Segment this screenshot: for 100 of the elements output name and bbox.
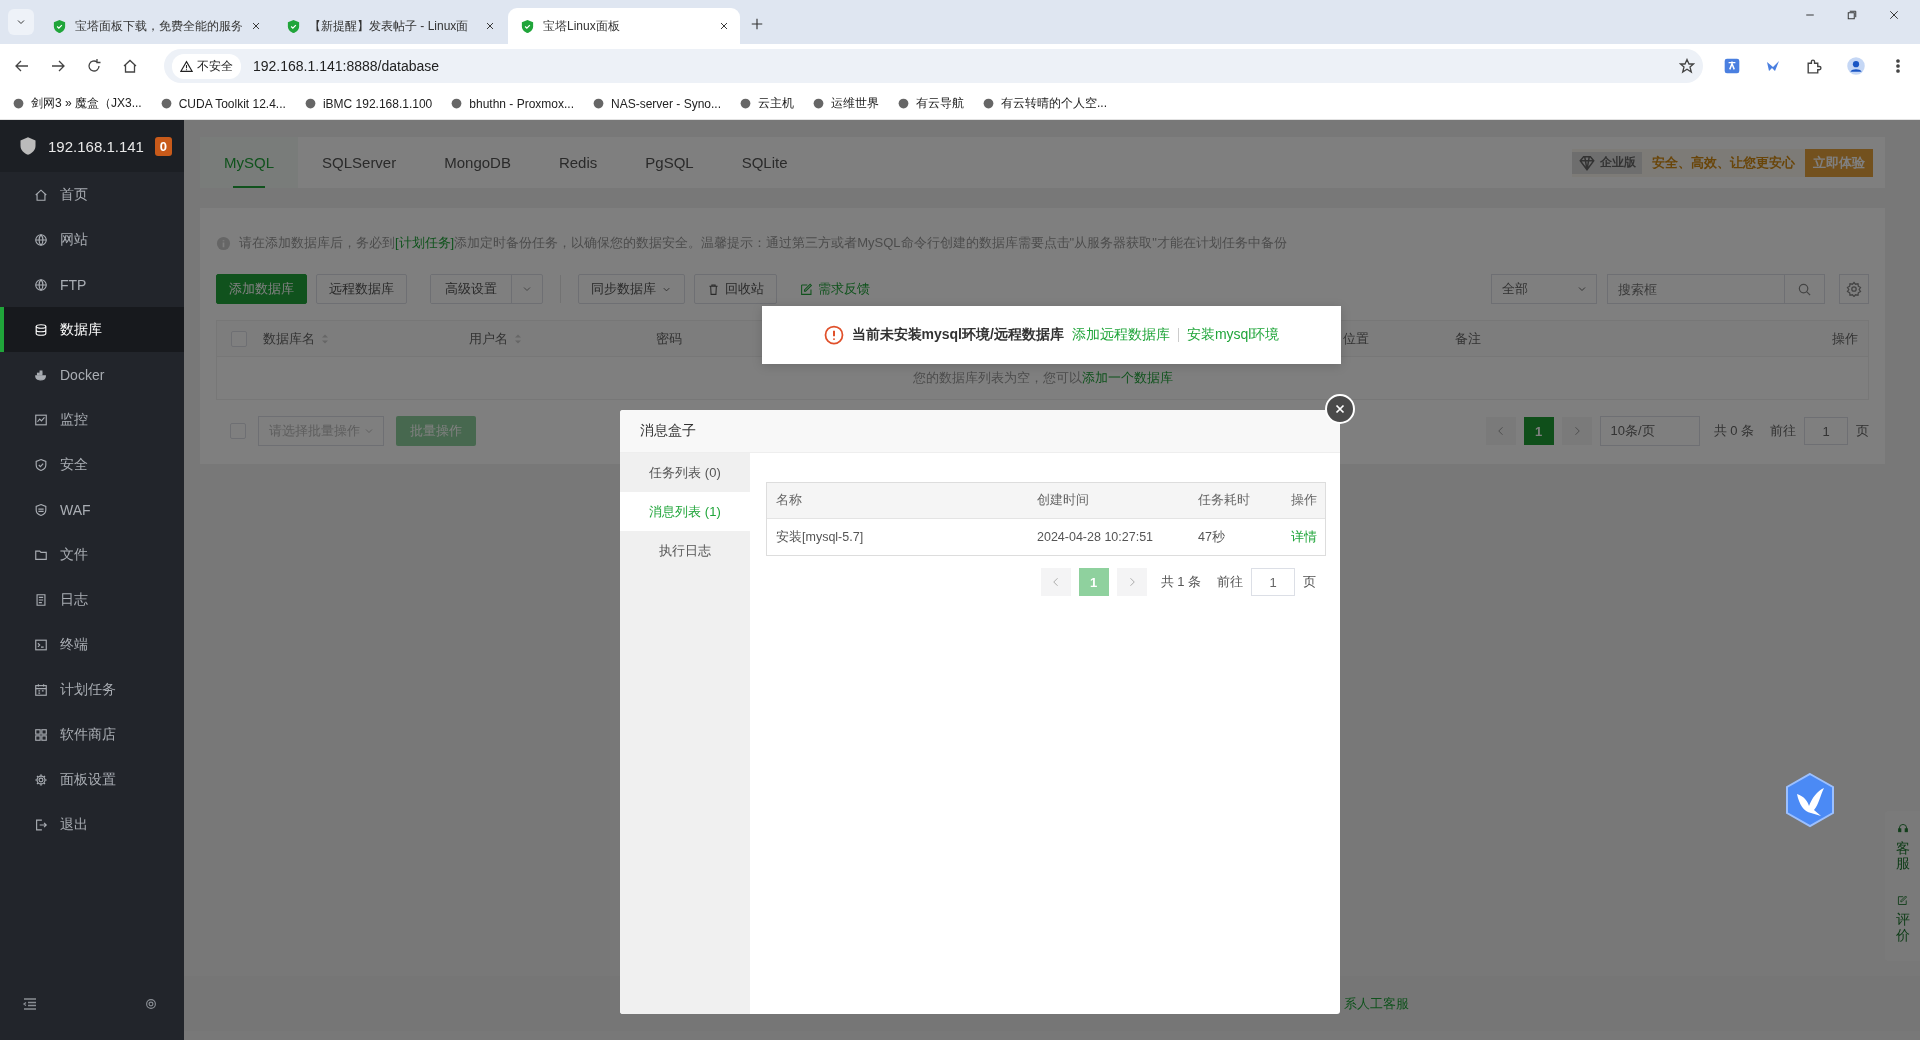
- sidebar-item[interactable]: 文件: [0, 532, 184, 577]
- shield-icon: [286, 18, 301, 34]
- page-size-select[interactable]: 10条/页: [1599, 416, 1700, 446]
- previous-page-button[interactable]: [1040, 568, 1071, 596]
- total-count: 共 0 条: [1713, 422, 1754, 440]
- browser-tab[interactable]: 宝塔面板下载，免费全能的服务: [40, 8, 272, 44]
- close-icon: [718, 20, 730, 32]
- notification-badge[interactable]: 0: [154, 136, 172, 156]
- close-icon: [1333, 402, 1347, 416]
- bookmark[interactable]: 剑网3 » 魔盒（JX3...: [12, 95, 142, 112]
- alert-link[interactable]: 安装mysql环境: [1186, 326, 1280, 344]
- next-page-button[interactable]: [1116, 568, 1147, 596]
- sidebar-item[interactable]: 退出: [0, 802, 184, 847]
- close-icon: [484, 20, 496, 32]
- plus-icon: [750, 17, 764, 31]
- table-cell: 安装[mysql-5.7]: [776, 529, 864, 544]
- sidebar-item[interactable]: 面板设置: [0, 757, 184, 802]
- column-header: 位置: [1343, 329, 1369, 348]
- filter-select[interactable]: 全部: [1491, 274, 1597, 304]
- sidebar-item[interactable]: 计划任务: [0, 667, 184, 712]
- database-tab[interactable]: MongoDB: [420, 137, 535, 188]
- trash-icon: [707, 282, 720, 296]
- page-input[interactable]: 1: [1804, 417, 1848, 445]
- page-unit: 页: [1303, 573, 1316, 591]
- settings-button[interactable]: [1839, 274, 1869, 304]
- dialog-nav-item[interactable]: 执行日志: [620, 531, 750, 570]
- recycle-bin-button[interactable]: 回收站: [694, 274, 777, 304]
- sort-header[interactable]: 数据库名: [263, 329, 331, 348]
- promo-slogan: 安全、高效、让您更安心: [1652, 153, 1795, 172]
- sync-database-button[interactable]: 同步数据库: [578, 274, 685, 304]
- folder-icon: [34, 547, 48, 562]
- info-icon: [216, 235, 231, 251]
- column-header: 操作: [1291, 493, 1317, 507]
- column-header: 名称: [776, 493, 802, 507]
- database-tab[interactable]: Redis: [534, 137, 622, 188]
- search-field[interactable]: 搜索框: [1607, 274, 1785, 304]
- search-button[interactable]: [1785, 274, 1825, 304]
- alert-link[interactable]: 添加远程数据库: [1071, 326, 1170, 344]
- bookmark[interactable]: 有云转晴的个人空...: [982, 95, 1108, 112]
- sidebar-item[interactable]: Docker: [0, 352, 184, 397]
- close-icon: [1888, 9, 1900, 21]
- database-tab[interactable]: SQLServer: [298, 137, 421, 188]
- sort-header[interactable]: 用户名: [469, 329, 524, 348]
- sidebar-item[interactable]: 网站: [0, 217, 184, 262]
- previous-page-button[interactable]: [1485, 417, 1516, 445]
- bookmark[interactable]: 有云导航: [897, 95, 965, 112]
- edit-icon: [1895, 895, 1910, 907]
- bookmark[interactable]: CUDA Toolkit 12.4...: [159, 96, 286, 111]
- grid-icon: [34, 727, 48, 742]
- goto-label: 前往: [1770, 422, 1796, 440]
- sidebar-item[interactable]: 日志: [0, 577, 184, 622]
- alert-message: 当前未安装mysql环境/远程数据库: [851, 326, 1064, 344]
- sidebar-item[interactable]: WAF: [0, 487, 184, 532]
- sidebar-item[interactable]: FTP: [0, 262, 184, 307]
- warning-icon: [180, 59, 193, 73]
- puzzle-icon: [1805, 57, 1822, 75]
- error-icon: [823, 325, 844, 345]
- browser-tab[interactable]: 【新提醒】发表帖子 - Linux面: [274, 8, 506, 44]
- dialog-nav-item[interactable]: 任务列表 (0): [620, 453, 750, 492]
- sidebar-item[interactable]: 安全: [0, 442, 184, 487]
- bird-icon[interactable]: [1784, 772, 1836, 828]
- security-label: 不安全: [197, 57, 233, 75]
- bookmark[interactable]: iBMC 192.168.1.100: [303, 96, 433, 111]
- sidebar-item[interactable]: 软件商店: [0, 712, 184, 757]
- home-icon: [34, 187, 48, 202]
- restore-icon: [1846, 9, 1858, 21]
- bookmark[interactable]: 云主机: [739, 95, 795, 112]
- bookmark[interactable]: bhuthn - Proxmox...: [450, 96, 574, 111]
- diamond-icon: [1578, 153, 1596, 172]
- shield-icon: [34, 502, 48, 517]
- bookmark[interactable]: NAS-server - Syno...: [592, 96, 722, 111]
- total-count: 共 1 条: [1160, 573, 1201, 591]
- column-header: 任务耗时: [1198, 493, 1250, 507]
- details-link[interactable]: 详情: [1291, 529, 1317, 544]
- sidebar-item[interactable]: 终端: [0, 622, 184, 667]
- column-header: 备注: [1455, 329, 1481, 348]
- advanced-settings-button[interactable]: 高级设置: [431, 275, 512, 303]
- table-cell: 47秒: [1198, 529, 1225, 544]
- dialog-nav-item[interactable]: 消息列表 (1): [620, 492, 750, 531]
- host-address: 192.168.1.141: [48, 137, 145, 155]
- security-chip[interactable]: 不安全: [172, 53, 241, 79]
- browser-tab[interactable]: 宝塔Linux面板: [508, 8, 740, 44]
- remote-database-button[interactable]: 远程数据库: [316, 274, 407, 304]
- globe-icon: [34, 277, 48, 292]
- search-icon: [1797, 281, 1812, 297]
- sidebar-item[interactable]: 数据库: [0, 307, 184, 352]
- shield-icon: [52, 18, 67, 34]
- database-tab[interactable]: PgSQL: [621, 137, 718, 188]
- address-bar[interactable]: 不安全 192.168.1.141:8888/database: [164, 49, 1703, 83]
- shield-icon: [34, 457, 48, 472]
- goto-label: 前往: [1217, 573, 1243, 591]
- sidebar-item[interactable]: 首页: [0, 172, 184, 217]
- page-input[interactable]: 1: [1251, 568, 1295, 596]
- sidebar-item[interactable]: 监控: [0, 397, 184, 442]
- next-page-button[interactable]: [1561, 417, 1592, 445]
- database-icon: [34, 322, 48, 337]
- database-tab[interactable]: SQLite: [717, 137, 812, 188]
- back-arrow-icon: [14, 58, 30, 74]
- bookmark[interactable]: 运维世界: [812, 95, 880, 112]
- globe-icon: [34, 232, 48, 247]
